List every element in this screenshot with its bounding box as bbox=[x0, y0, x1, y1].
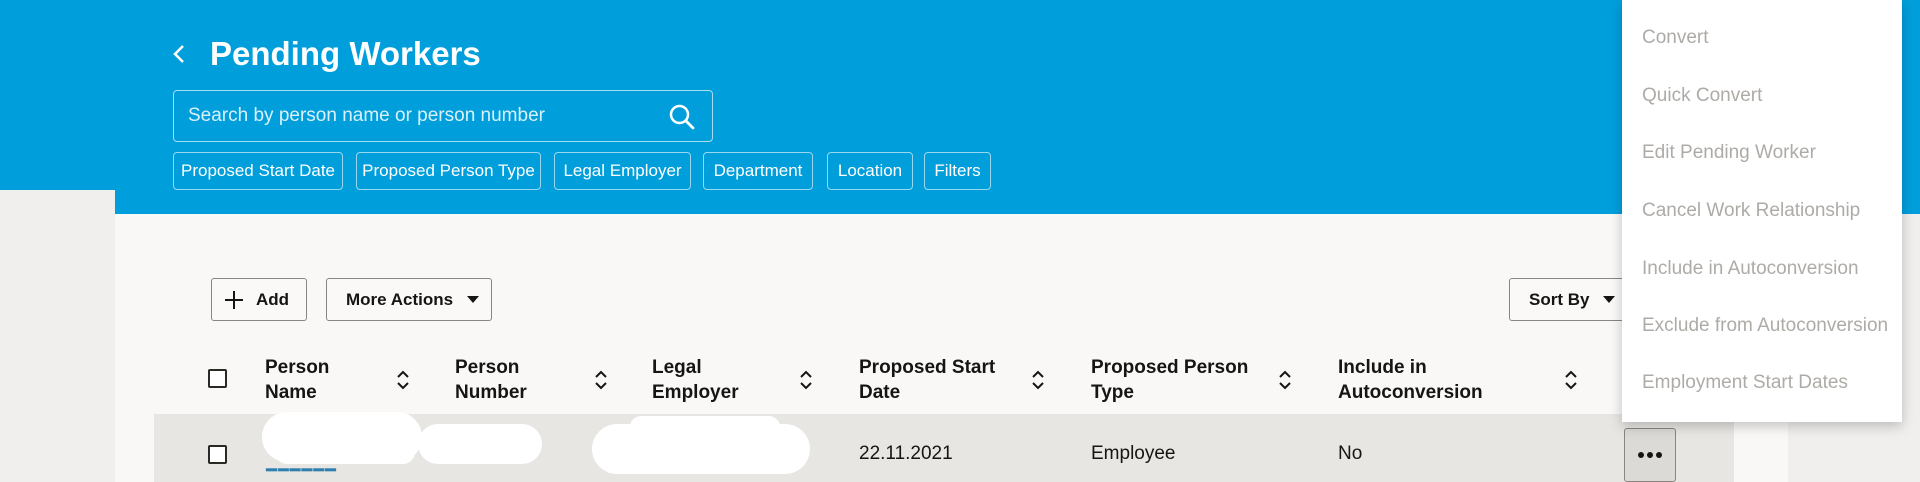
cell-include-in-autoconversion: No bbox=[1338, 443, 1363, 464]
filter-chip-location[interactable]: Location bbox=[827, 152, 913, 190]
sort-icon[interactable] bbox=[1278, 369, 1292, 391]
sort-icon[interactable] bbox=[1564, 369, 1578, 391]
caret-down-icon bbox=[467, 296, 480, 303]
add-button[interactable]: Add bbox=[211, 278, 307, 321]
filter-chip-proposed-person-type[interactable]: Proposed Person Type bbox=[356, 152, 541, 190]
cell-proposed-start-date: 22.11.2021 bbox=[859, 443, 953, 464]
filter-chip-legal-employer[interactable]: Legal Employer bbox=[554, 152, 691, 190]
redaction-mask bbox=[630, 416, 780, 438]
redaction-mask bbox=[418, 424, 542, 464]
column-header-proposed-start-date[interactable]: Proposed Start Date bbox=[859, 355, 995, 405]
more-horizontal-icon bbox=[1638, 452, 1662, 458]
back-button[interactable] bbox=[166, 38, 192, 70]
menu-item-quick-convert[interactable]: Quick Convert bbox=[1642, 85, 1762, 107]
column-header-legal-employer[interactable]: Legal Employer bbox=[652, 355, 739, 405]
sort-icon[interactable] bbox=[396, 369, 410, 391]
redaction-mask bbox=[275, 440, 415, 464]
cell-proposed-person-type: Employee bbox=[1091, 443, 1176, 464]
filter-chip-filters[interactable]: Filters bbox=[924, 152, 991, 190]
menu-item-include-in-autoconversion[interactable]: Include in Autoconversion bbox=[1642, 258, 1859, 280]
search-box[interactable] bbox=[173, 90, 713, 142]
sort-icon[interactable] bbox=[799, 369, 813, 391]
menu-item-employment-start-dates[interactable]: Employment Start Dates bbox=[1642, 372, 1848, 394]
menu-item-exclude-from-autoconversion[interactable]: Exclude from Autoconversion bbox=[1642, 315, 1888, 337]
add-button-label: Add bbox=[256, 289, 290, 309]
more-actions-button[interactable]: More Actions bbox=[326, 278, 492, 321]
filter-chip-department[interactable]: Department bbox=[703, 152, 813, 190]
caret-down-icon bbox=[1603, 296, 1616, 303]
row-actions-button[interactable] bbox=[1624, 428, 1676, 482]
menu-item-edit-pending-worker[interactable]: Edit Pending Worker bbox=[1642, 142, 1816, 164]
column-header-proposed-person-type[interactable]: Proposed Person Type bbox=[1091, 355, 1248, 405]
sort-by-button[interactable]: Sort By bbox=[1509, 278, 1629, 321]
row-actions-menu: Convert Quick Convert Edit Pending Worke… bbox=[1622, 0, 1902, 422]
search-icon[interactable] bbox=[668, 103, 696, 131]
select-all-checkbox[interactable] bbox=[208, 369, 227, 388]
left-background-panel bbox=[0, 190, 115, 482]
column-header-person-name[interactable]: Person Name bbox=[265, 355, 329, 405]
search-input[interactable] bbox=[188, 91, 658, 141]
filter-chip-proposed-start-date[interactable]: Proposed Start Date bbox=[173, 152, 343, 190]
sort-icon[interactable] bbox=[1031, 369, 1045, 391]
column-header-include-in-autoconversion[interactable]: Include in Autoconversion bbox=[1338, 355, 1483, 405]
menu-item-cancel-work-relationship[interactable]: Cancel Work Relationship bbox=[1642, 200, 1860, 222]
column-header-person-number[interactable]: Person Number bbox=[455, 355, 527, 405]
row-checkbox[interactable] bbox=[208, 445, 227, 464]
sort-by-label: Sort By bbox=[1529, 289, 1590, 309]
more-actions-label: More Actions bbox=[346, 289, 454, 309]
menu-item-convert[interactable]: Convert bbox=[1642, 27, 1709, 49]
plus-icon bbox=[225, 290, 243, 309]
sort-icon[interactable] bbox=[594, 369, 608, 391]
page-title: Pending Workers bbox=[210, 35, 481, 72]
chevron-left-icon bbox=[173, 45, 184, 63]
